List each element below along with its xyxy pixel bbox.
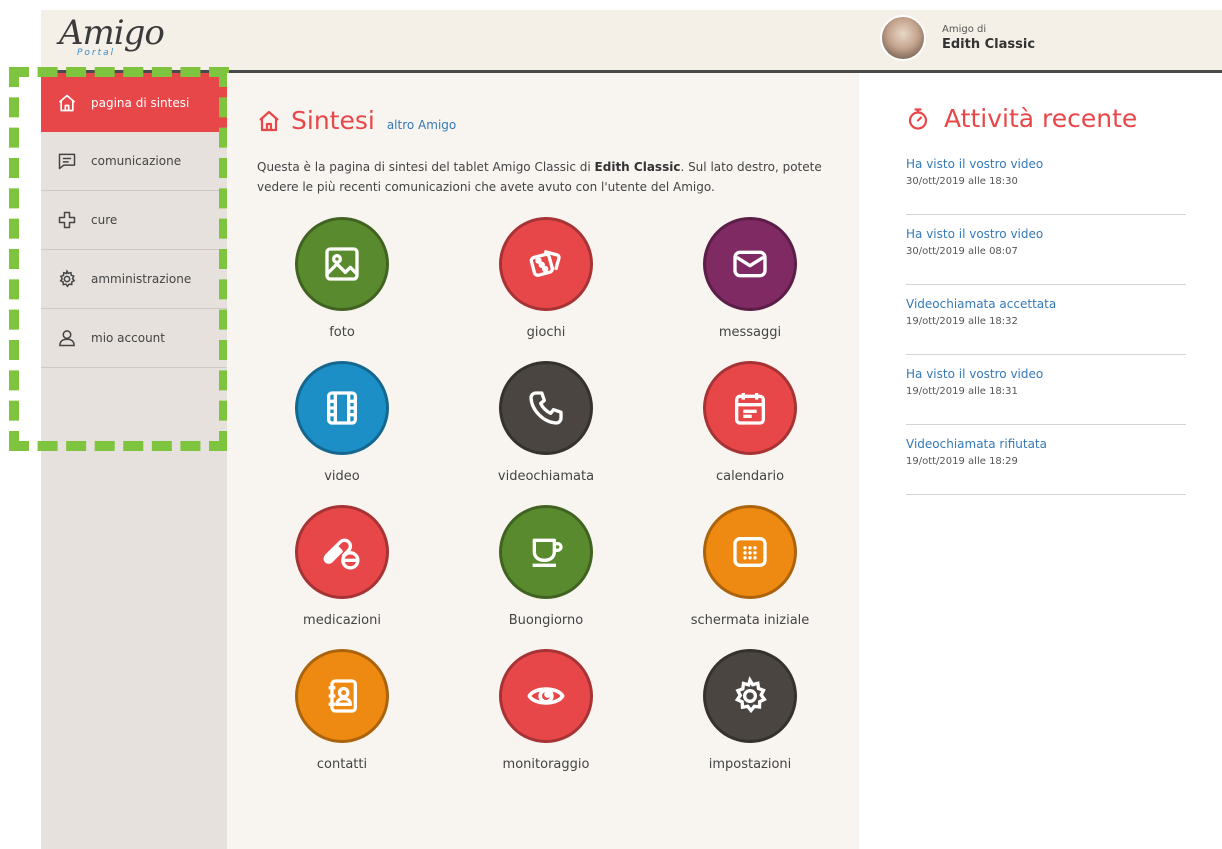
tile-circle[interactable] <box>295 361 389 455</box>
sidebar-item-label: pagina di sintesi <box>91 95 190 110</box>
sidebar-item-pagina-di-sintesi[interactable]: pagina di sintesi <box>41 73 227 132</box>
tile-video[interactable]: video <box>252 361 432 484</box>
intro-text: Questa è la pagina di sintesi del tablet… <box>257 157 827 197</box>
activity-item: Ha visto il vostro video 19/ott/2019 all… <box>906 355 1186 425</box>
activity-item-time: 30/ott/2019 alle 08:07 <box>906 246 1018 257</box>
tile-circle[interactable] <box>499 505 593 599</box>
user-icon <box>57 328 77 348</box>
page-title: Sintesi <box>291 106 375 135</box>
gear-icon <box>734 676 767 714</box>
tile-label: video <box>324 469 360 484</box>
logo-text: Amigo <box>59 13 165 53</box>
user-profile[interactable]: Amigo di Edith Classic <box>880 15 1035 61</box>
activity-panel: Attività recente Ha visto il vostro vide… <box>860 73 1222 849</box>
pill-icon <box>323 538 360 570</box>
tile-medicazioni[interactable]: medicazioni <box>252 505 432 628</box>
activity-item-time: 19/ott/2019 alle 18:32 <box>906 316 1018 327</box>
tile-label: messaggi <box>718 325 782 340</box>
activity-item: Videochiamata accettata 19/ott/2019 alle… <box>906 285 1186 355</box>
activity-item: Ha visto il vostro video 30/ott/2019 all… <box>906 215 1186 285</box>
tile-circle[interactable] <box>499 649 593 743</box>
tile-label: videochiamata <box>497 469 595 484</box>
intro-user-name: Edith Classic <box>594 160 681 174</box>
sidebar-item-mio-account[interactable]: mio account <box>41 309 227 368</box>
sidebar-item-label: mio account <box>91 331 165 345</box>
tile-circle[interactable] <box>295 649 389 743</box>
activity-item: Ha visto il vostro video 30/ott/2019 all… <box>906 145 1186 215</box>
tile-buongiorno[interactable]: Buongiorno <box>456 505 636 628</box>
sidebar-item-label: comunicazione <box>91 154 182 168</box>
tile-messaggi[interactable]: messaggi <box>660 217 840 340</box>
tile-label: contatti <box>316 757 368 772</box>
home-icon <box>57 93 77 113</box>
home-icon <box>259 110 279 131</box>
activity-item-title[interactable]: Ha visto il vostro video <box>906 367 1186 381</box>
activity-item-title[interactable]: Ha visto il vostro video <box>906 157 1186 171</box>
sidebar: pagina di sintesi comunicazione cure amm… <box>41 73 227 849</box>
activity-title: Attività recente <box>944 104 1138 133</box>
contacts-icon <box>328 679 357 713</box>
tile-circle[interactable] <box>295 505 389 599</box>
other-amigo-link[interactable]: altro Amigo <box>387 118 456 132</box>
user-name: Edith Classic <box>942 37 1036 52</box>
sidebar-item-comunicazione[interactable]: comunicazione <box>41 132 227 191</box>
care-icon <box>57 210 77 230</box>
tile-foto[interactable]: foto <box>252 217 432 340</box>
phone-icon <box>529 391 563 425</box>
tile-circle[interactable] <box>703 649 797 743</box>
tile-giochi[interactable]: giochi <box>456 217 636 340</box>
tile-label: calendario <box>715 469 785 484</box>
activity-item-time: 19/ott/2019 alle 18:31 <box>906 386 1018 397</box>
tile-label: impostazioni <box>708 757 792 772</box>
tile-monitoraggio[interactable]: monitoraggio <box>456 649 636 772</box>
tile-circle[interactable] <box>499 361 593 455</box>
tile-label: schermata iniziale <box>690 613 810 628</box>
activity-item: Videochiamata rifiutata 19/ott/2019 alle… <box>906 425 1186 495</box>
sidebar-item-cure[interactable]: cure <box>41 191 227 250</box>
activity-item-title[interactable]: Videochiamata rifiutata <box>906 437 1186 451</box>
activity-list: Ha visto il vostro video 30/ott/2019 all… <box>906 145 1186 495</box>
sidebar-item-label: amministrazione <box>91 272 192 286</box>
apps-icon <box>733 537 767 567</box>
tile-label: foto <box>329 325 355 340</box>
tile-circle[interactable] <box>703 361 797 455</box>
tile-label: Buongiorno <box>508 613 584 628</box>
tile-circle[interactable] <box>703 217 797 311</box>
dice-icon <box>529 249 561 277</box>
sidebar-item-amministrazione[interactable]: amministrazione <box>41 250 227 309</box>
activity-item-title[interactable]: Videochiamata accettata <box>906 297 1186 311</box>
film-icon <box>327 391 357 425</box>
tile-circle[interactable] <box>703 505 797 599</box>
calendar-icon <box>735 393 765 425</box>
activity-item-time: 30/ott/2019 alle 18:30 <box>906 176 1018 187</box>
amigo-logo[interactable]: Amigo Portal <box>59 13 165 58</box>
top-header: Amigo Portal Amigo di Edith Classic <box>41 10 1222 73</box>
tile-label: monitoraggio <box>502 757 590 772</box>
eye-icon <box>527 687 565 705</box>
sidebar-item-label: cure <box>91 213 118 227</box>
tile-schermata-iniziale[interactable]: schermata iniziale <box>660 505 840 628</box>
gear-icon <box>57 269 77 289</box>
chat-icon <box>57 151 77 171</box>
tile-circle[interactable] <box>499 217 593 311</box>
activity-item-title[interactable]: Ha visto il vostro video <box>906 227 1186 241</box>
tile-circle[interactable] <box>295 217 389 311</box>
activity-item-time: 19/ott/2019 alle 18:29 <box>906 456 1018 467</box>
tile-calendario[interactable]: calendario <box>660 361 840 484</box>
tile-impostazioni[interactable]: impostazioni <box>660 649 840 772</box>
stopwatch-icon <box>908 107 928 130</box>
tile-contatti[interactable]: contatti <box>252 649 432 772</box>
coffee-icon <box>532 538 563 567</box>
main-content: Sintesi altro Amigo Questa è la pagina d… <box>227 73 859 849</box>
user-label: Amigo di <box>942 24 987 35</box>
tile-label: giochi <box>526 325 566 340</box>
intro-text-part: Questa è la pagina di sintesi del tablet… <box>257 160 595 174</box>
tile-label: medicazioni <box>303 613 381 628</box>
mail-icon <box>733 250 767 278</box>
avatar[interactable] <box>880 15 926 61</box>
tile-videochiamata[interactable]: videochiamata <box>456 361 636 484</box>
photo-icon <box>325 247 359 281</box>
